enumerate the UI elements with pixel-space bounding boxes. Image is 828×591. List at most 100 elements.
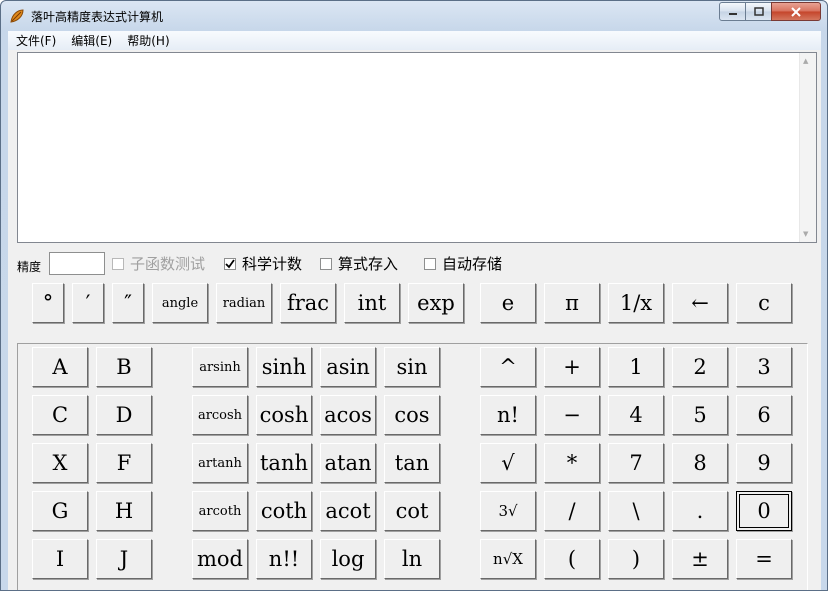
maximize-icon (753, 7, 764, 16)
minute-button[interactable]: ′ (72, 283, 104, 323)
digit-6-button[interactable]: 6 (736, 395, 792, 435)
checkbox-label: 自动存储 (442, 255, 503, 273)
cot-button[interactable]: cot (384, 491, 440, 531)
double-factorial-button[interactable]: n!! (256, 539, 312, 579)
sinh-button[interactable]: sinh (256, 347, 312, 387)
degree-button[interactable]: ° (32, 283, 64, 323)
backspace-button[interactable]: ← (672, 283, 728, 323)
key-b[interactable]: B (96, 347, 152, 387)
nth-root-button[interactable]: n√X (480, 539, 536, 579)
checkbox-subfunction-test[interactable]: 子函数测试 (112, 253, 205, 274)
digit-8-button[interactable]: 8 (672, 443, 728, 483)
app-leaf-icon (10, 9, 24, 23)
vertical-scrollbar[interactable]: ▲ ▼ (799, 53, 816, 242)
decimal-point-button[interactable]: . (672, 491, 728, 531)
title-bar[interactable]: 落叶高精度表达式计算机 (1, 1, 827, 31)
sin-button[interactable]: sin (384, 347, 440, 387)
digit-1-button[interactable]: 1 (608, 347, 664, 387)
close-button[interactable] (771, 2, 821, 21)
arcoth-button[interactable]: arcoth (192, 491, 248, 531)
cos-button[interactable]: cos (384, 395, 440, 435)
checkbox-box[interactable] (320, 257, 332, 270)
digit-9-button[interactable]: 9 (736, 443, 792, 483)
multiply-button[interactable]: * (544, 443, 600, 483)
minimize-button[interactable] (719, 2, 746, 21)
frac-button[interactable]: frac (280, 283, 336, 323)
plus-minus-button[interactable]: ± (672, 539, 728, 579)
expression-display[interactable]: ▲ ▼ (17, 52, 817, 243)
digit-0-button[interactable]: 0 (736, 491, 792, 531)
checkmark-icon (225, 258, 235, 268)
atan-button[interactable]: atan (320, 443, 376, 483)
checkbox-store-expression[interactable]: 算式存入 (320, 253, 398, 274)
mod-button[interactable]: mod (192, 539, 248, 579)
asin-button[interactable]: asin (320, 347, 376, 387)
digit-7-button[interactable]: 7 (608, 443, 664, 483)
close-paren-button[interactable]: ) (608, 539, 664, 579)
digit-4-button[interactable]: 4 (608, 395, 664, 435)
clear-button[interactable]: c (736, 283, 792, 323)
minus-button[interactable]: − (544, 395, 600, 435)
log-button[interactable]: log (320, 539, 376, 579)
plus-button[interactable]: + (544, 347, 600, 387)
minimize-icon (728, 12, 737, 15)
close-icon (791, 6, 801, 17)
backslash-button[interactable]: \ (608, 491, 664, 531)
scroll-down-arrow-icon[interactable]: ▼ (803, 230, 808, 238)
factorial-button[interactable]: n! (480, 395, 536, 435)
equals-button[interactable]: = (736, 539, 792, 579)
client-area: ▲ ▼ 精度 子函数测试 科学计数 算式存入 自动存储 ° ′ ″ angle … (8, 50, 821, 590)
sqrt-button[interactable]: √ (480, 443, 536, 483)
checkbox-box[interactable] (224, 257, 236, 270)
options-row: 精度 子函数测试 科学计数 算式存入 自动存储 (8, 250, 821, 276)
cosh-button[interactable]: cosh (256, 395, 312, 435)
radian-button[interactable]: radian (216, 283, 272, 323)
pi-button[interactable]: π (544, 283, 600, 323)
power-button[interactable]: ^ (480, 347, 536, 387)
int-button[interactable]: int (344, 283, 400, 323)
menu-edit[interactable]: 编辑(E) (63, 32, 119, 49)
artanh-button[interactable]: artanh (192, 443, 248, 483)
exp-button[interactable]: exp (408, 283, 464, 323)
key-i[interactable]: I (32, 539, 88, 579)
checkbox-box[interactable] (424, 257, 436, 270)
precision-label: 精度 (17, 260, 42, 274)
digit-2-button[interactable]: 2 (672, 347, 728, 387)
tan-button[interactable]: tan (384, 443, 440, 483)
key-a[interactable]: A (32, 347, 88, 387)
precision-input[interactable] (49, 252, 105, 275)
acos-button[interactable]: acos (320, 395, 376, 435)
scroll-up-arrow-icon[interactable]: ▲ (803, 57, 808, 65)
app-window: 落叶高精度表达式计算机 文件(F) 编辑(E) 帮助(H) ▲ ▼ 精度 子函数… (0, 0, 828, 591)
maximize-button[interactable] (745, 2, 772, 21)
digit-3-button[interactable]: 3 (736, 347, 792, 387)
checkbox-label: 算式存入 (338, 255, 399, 273)
key-g[interactable]: G (32, 491, 88, 531)
key-h[interactable]: H (96, 491, 152, 531)
angle-button[interactable]: angle (152, 283, 208, 323)
second-button[interactable]: ″ (112, 283, 144, 323)
open-paren-button[interactable]: ( (544, 539, 600, 579)
key-d[interactable]: D (96, 395, 152, 435)
checkbox-auto-save[interactable]: 自动存储 (424, 253, 502, 274)
coth-button[interactable]: coth (256, 491, 312, 531)
ln-button[interactable]: ln (384, 539, 440, 579)
e-constant-button[interactable]: e (480, 283, 536, 323)
key-x[interactable]: X (32, 443, 88, 483)
checkbox-scientific-notation[interactable]: 科学计数 (224, 253, 302, 274)
menu-help[interactable]: 帮助(H) (119, 32, 176, 49)
key-f[interactable]: F (96, 443, 152, 483)
arsinh-button[interactable]: arsinh (192, 347, 248, 387)
reciprocal-button[interactable]: 1/x (608, 283, 664, 323)
divide-button[interactable]: / (544, 491, 600, 531)
key-j[interactable]: J (96, 539, 152, 579)
cube-root-button[interactable]: 3√ (480, 491, 536, 531)
digit-5-button[interactable]: 5 (672, 395, 728, 435)
menu-bar: 文件(F) 编辑(E) 帮助(H) (8, 31, 821, 50)
checkbox-box[interactable] (112, 257, 124, 270)
acot-button[interactable]: acot (320, 491, 376, 531)
arcosh-button[interactable]: arcosh (192, 395, 248, 435)
key-c[interactable]: C (32, 395, 88, 435)
tanh-button[interactable]: tanh (256, 443, 312, 483)
menu-file[interactable]: 文件(F) (8, 32, 63, 49)
